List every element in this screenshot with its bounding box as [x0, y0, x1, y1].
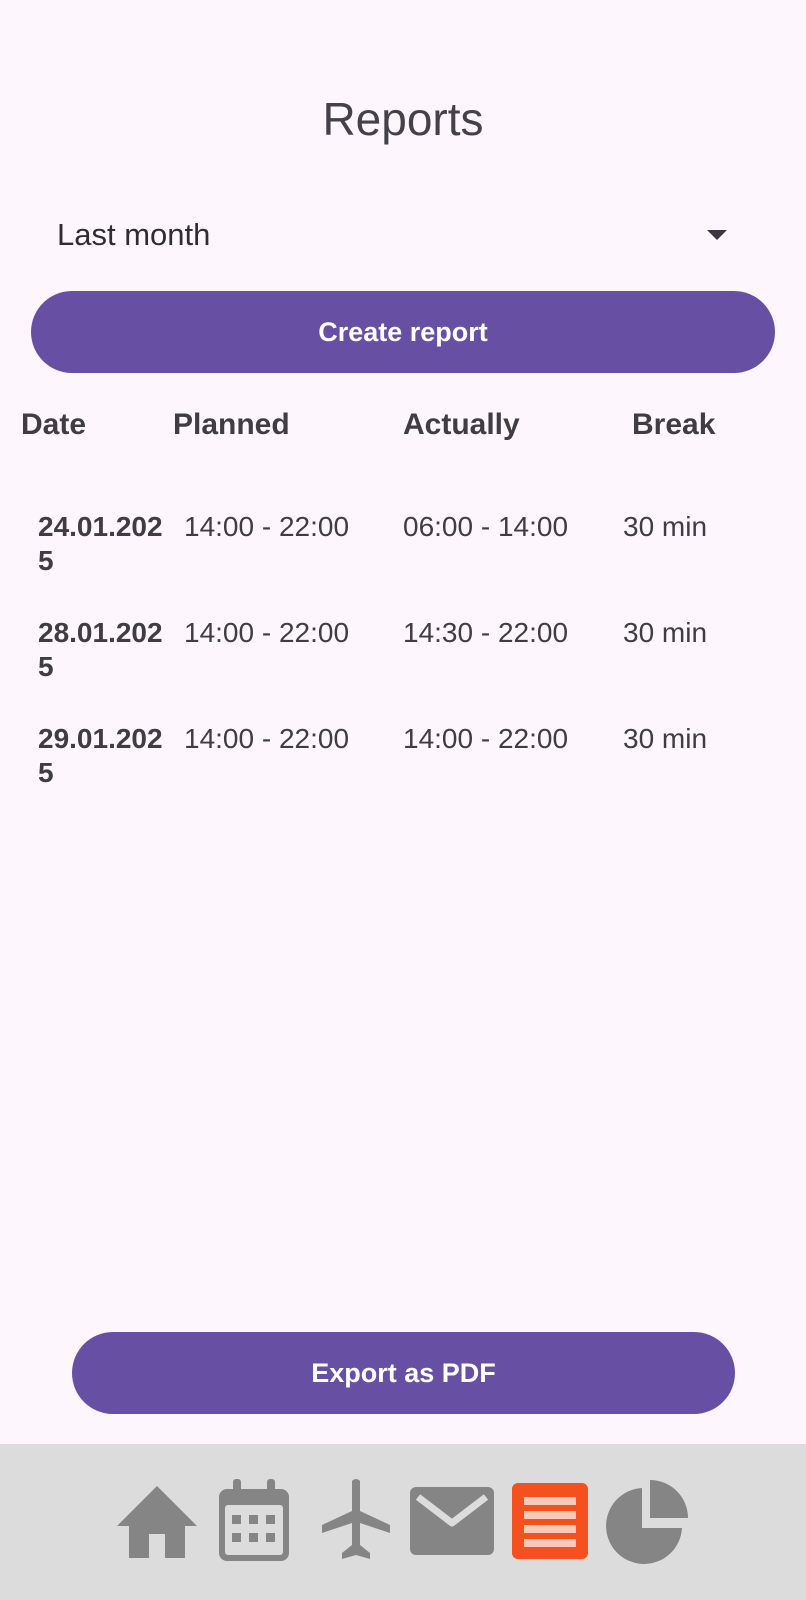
row-break: 30 min: [623, 723, 708, 754]
table-row: 24.01.2025 14:00 - 22:00 06:00 - 14:00 3…: [0, 510, 806, 616]
column-header-date: Date: [21, 408, 87, 441]
row-break: 30 min: [623, 511, 708, 542]
chevron-down-icon: [707, 230, 727, 240]
period-dropdown-value: Last month: [57, 217, 211, 252]
create-report-button[interactable]: Create report: [31, 291, 775, 373]
period-dropdown[interactable]: Last month: [57, 210, 737, 260]
row-planned: 14:00 - 22:00: [184, 617, 350, 648]
page-title: Reports: [322, 93, 484, 145]
export-pdf-button[interactable]: Export as PDF: [72, 1332, 735, 1414]
report-table: Date Planned Actually Break 24.01.2025 1…: [0, 400, 806, 788]
nav-calendar[interactable]: [216, 1478, 292, 1564]
column-header-actually: Actually: [403, 408, 520, 441]
row-planned: 14:00 - 22:00: [184, 511, 350, 542]
mail-icon: [410, 1487, 494, 1555]
nav-reports[interactable]: [512, 1478, 588, 1564]
reports-screen: Reports Last month Create report Date Pl…: [0, 0, 806, 1600]
list-icon: [512, 1483, 588, 1559]
column-header-planned: Planned: [173, 408, 290, 441]
row-planned: 14:00 - 22:00: [184, 723, 350, 754]
calendar-icon: [219, 1479, 289, 1561]
table-body: 24.01.2025 14:00 - 22:00 06:00 - 14:00 3…: [0, 510, 806, 828]
nav-travel[interactable]: [320, 1478, 392, 1564]
row-actually: 14:00 - 22:00: [403, 723, 569, 754]
table-row: 29.01.2025 14:00 - 22:00 14:00 - 22:00 3…: [0, 722, 806, 828]
nav-home[interactable]: [114, 1478, 200, 1564]
row-actually: 06:00 - 14:00: [403, 511, 569, 542]
row-date: 28.01.2025: [38, 617, 163, 682]
row-actually: 14:30 - 22:00: [403, 617, 569, 648]
home-icon: [117, 1486, 197, 1558]
table-header: Date Planned Actually Break: [0, 400, 806, 452]
table-row: 28.01.2025 14:00 - 22:00 14:30 - 22:00 3…: [0, 616, 806, 722]
row-date: 24.01.2025: [38, 511, 163, 576]
row-break: 30 min: [623, 617, 708, 648]
column-header-break: Break: [632, 408, 716, 441]
nav-statistics[interactable]: [606, 1478, 690, 1564]
bottom-navigation: [0, 1444, 806, 1600]
airplane-icon: [322, 1479, 390, 1559]
pie-chart-icon: [606, 1480, 688, 1564]
row-date: 29.01.2025: [38, 723, 163, 788]
nav-messages[interactable]: [410, 1478, 494, 1564]
